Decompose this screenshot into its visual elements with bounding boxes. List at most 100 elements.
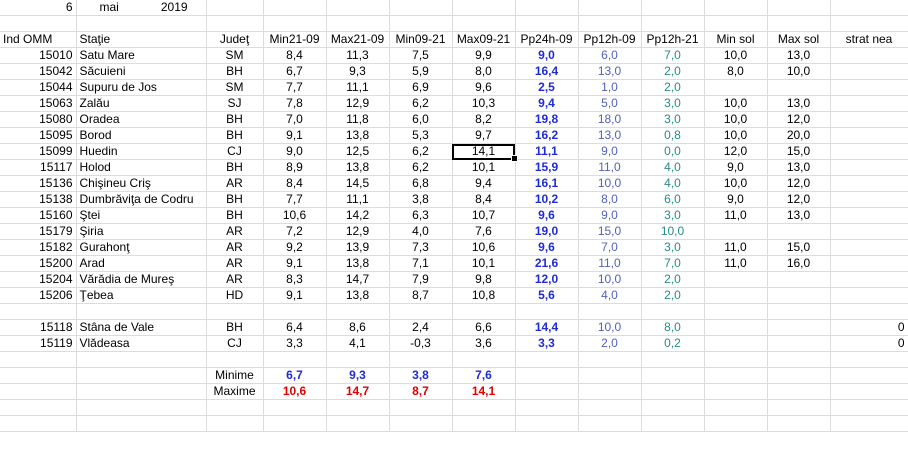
table-cell[interactable]	[515, 303, 579, 320]
table-cell[interactable]: 3,6	[452, 335, 516, 352]
table-cell[interactable]: 7,7	[263, 191, 327, 208]
table-cell[interactable]: 12,0	[767, 175, 831, 192]
table-cell[interactable]: 6,8	[389, 175, 453, 192]
table-cell[interactable]: 9,6	[452, 79, 516, 96]
table-cell[interactable]: 6,4	[263, 319, 327, 336]
table-cell[interactable]: 12,0	[767, 111, 831, 128]
table-cell[interactable]: 7,6	[452, 223, 516, 240]
table-cell[interactable]: 15099	[0, 143, 77, 160]
table-cell[interactable]	[830, 63, 908, 80]
table-cell[interactable]: 1,0	[578, 79, 642, 96]
table-cell[interactable]: 0	[830, 319, 908, 336]
table-cell[interactable]	[767, 335, 831, 352]
table-cell[interactable]	[641, 399, 705, 416]
table-cell[interactable]: 11,0	[578, 159, 642, 176]
table-cell[interactable]: 16,2	[515, 127, 579, 144]
table-cell[interactable]: 13,0	[767, 47, 831, 64]
table-cell[interactable]: Stâna de Vale	[76, 319, 207, 336]
table-cell[interactable]: 5,3	[389, 127, 453, 144]
table-cell[interactable]	[515, 367, 579, 384]
table-cell[interactable]: 10,0	[578, 271, 642, 288]
table-cell[interactable]	[515, 351, 579, 368]
table-cell[interactable]	[704, 415, 768, 432]
table-cell[interactable]: 9,9	[452, 47, 516, 64]
table-cell[interactable]	[452, 303, 516, 320]
table-cell[interactable]	[641, 367, 705, 384]
table-cell[interactable]: 10,0	[704, 95, 768, 112]
table-cell[interactable]: 11,3	[326, 47, 390, 64]
table-cell[interactable]	[830, 143, 908, 160]
table-cell[interactable]: 15179	[0, 223, 77, 240]
table-cell[interactable]	[578, 351, 642, 368]
table-cell[interactable]: 13,8	[326, 127, 390, 144]
table-cell[interactable]: 15095	[0, 127, 77, 144]
column-header[interactable]: Judeţ	[206, 31, 264, 48]
table-cell[interactable]: Borod	[76, 127, 207, 144]
table-cell[interactable]: 16,4	[515, 63, 579, 80]
table-cell[interactable]: 15119	[0, 335, 77, 352]
table-cell[interactable]	[830, 303, 908, 320]
table-cell[interactable]: 3,0	[641, 95, 705, 112]
table-cell[interactable]	[704, 383, 768, 400]
table-cell[interactable]: 10,0	[578, 175, 642, 192]
table-cell[interactable]: 4,0	[641, 159, 705, 176]
table-cell[interactable]	[830, 271, 908, 288]
table-cell[interactable]	[704, 223, 768, 240]
table-cell[interactable]: BH	[206, 127, 264, 144]
table-cell[interactable]	[206, 303, 264, 320]
table-cell[interactable]: 8,9	[263, 159, 327, 176]
table-cell[interactable]: 13,8	[326, 287, 390, 304]
column-header[interactable]: Min sol	[704, 31, 768, 48]
table-cell[interactable]: 15,0	[767, 143, 831, 160]
table-cell[interactable]	[206, 415, 264, 432]
table-cell[interactable]: 6,7	[263, 63, 327, 80]
table-cell[interactable]: 3,0	[641, 111, 705, 128]
table-cell[interactable]: 12,0	[767, 191, 831, 208]
table-cell[interactable]: 13,9	[326, 239, 390, 256]
column-header[interactable]: Staţie	[76, 31, 207, 48]
table-cell[interactable]: 0,8	[641, 127, 705, 144]
table-cell[interactable]: 2,0	[641, 271, 705, 288]
table-cell[interactable]: SJ	[206, 95, 264, 112]
table-cell[interactable]: 0,0	[641, 143, 705, 160]
table-cell[interactable]: Arad	[76, 255, 207, 272]
table-cell[interactable]: 5,6	[515, 287, 579, 304]
table-cell[interactable]	[452, 351, 516, 368]
table-cell[interactable]	[767, 79, 831, 96]
table-cell[interactable]: 9,0	[578, 207, 642, 224]
table-cell[interactable]	[452, 415, 516, 432]
table-cell[interactable]	[452, 399, 516, 416]
maxime-row-value[interactable]: 14,1	[452, 383, 516, 400]
table-cell[interactable]: 7,0	[641, 47, 705, 64]
column-header[interactable]: Max09-21	[452, 31, 516, 48]
table-cell[interactable]	[767, 351, 831, 368]
table-cell[interactable]: 15,0	[767, 239, 831, 256]
table-cell[interactable]: Supuru de Jos	[76, 79, 207, 96]
table-cell[interactable]: 9,1	[263, 127, 327, 144]
table-cell[interactable]: Satu Mare	[76, 47, 207, 64]
table-cell[interactable]: 10,1	[452, 255, 516, 272]
table-cell[interactable]	[0, 367, 77, 384]
table-cell[interactable]: 15,0	[578, 223, 642, 240]
table-cell[interactable]: 9,0	[704, 191, 768, 208]
table-cell[interactable]: Gurahonţ	[76, 239, 207, 256]
table-cell[interactable]: 9,0	[578, 143, 642, 160]
minime-row-value[interactable]: 3,8	[389, 367, 453, 384]
table-cell[interactable]	[830, 239, 908, 256]
table-cell[interactable]: CJ	[206, 335, 264, 352]
table-cell[interactable]: 15080	[0, 111, 77, 128]
table-cell[interactable]	[704, 351, 768, 368]
table-cell[interactable]: 10,6	[263, 207, 327, 224]
table-cell[interactable]	[830, 255, 908, 272]
table-cell[interactable]: BH	[206, 111, 264, 128]
table-cell[interactable]	[641, 383, 705, 400]
table-cell[interactable]: 6,2	[389, 143, 453, 160]
selected-cell[interactable]: 14,1	[452, 143, 518, 162]
table-cell[interactable]: 2,4	[389, 319, 453, 336]
table-cell[interactable]: 8,0	[704, 63, 768, 80]
table-cell[interactable]	[830, 111, 908, 128]
table-cell[interactable]: 6,9	[389, 79, 453, 96]
table-cell[interactable]	[515, 383, 579, 400]
column-header[interactable]: Min09-21	[389, 31, 453, 48]
table-cell[interactable]	[830, 367, 908, 384]
